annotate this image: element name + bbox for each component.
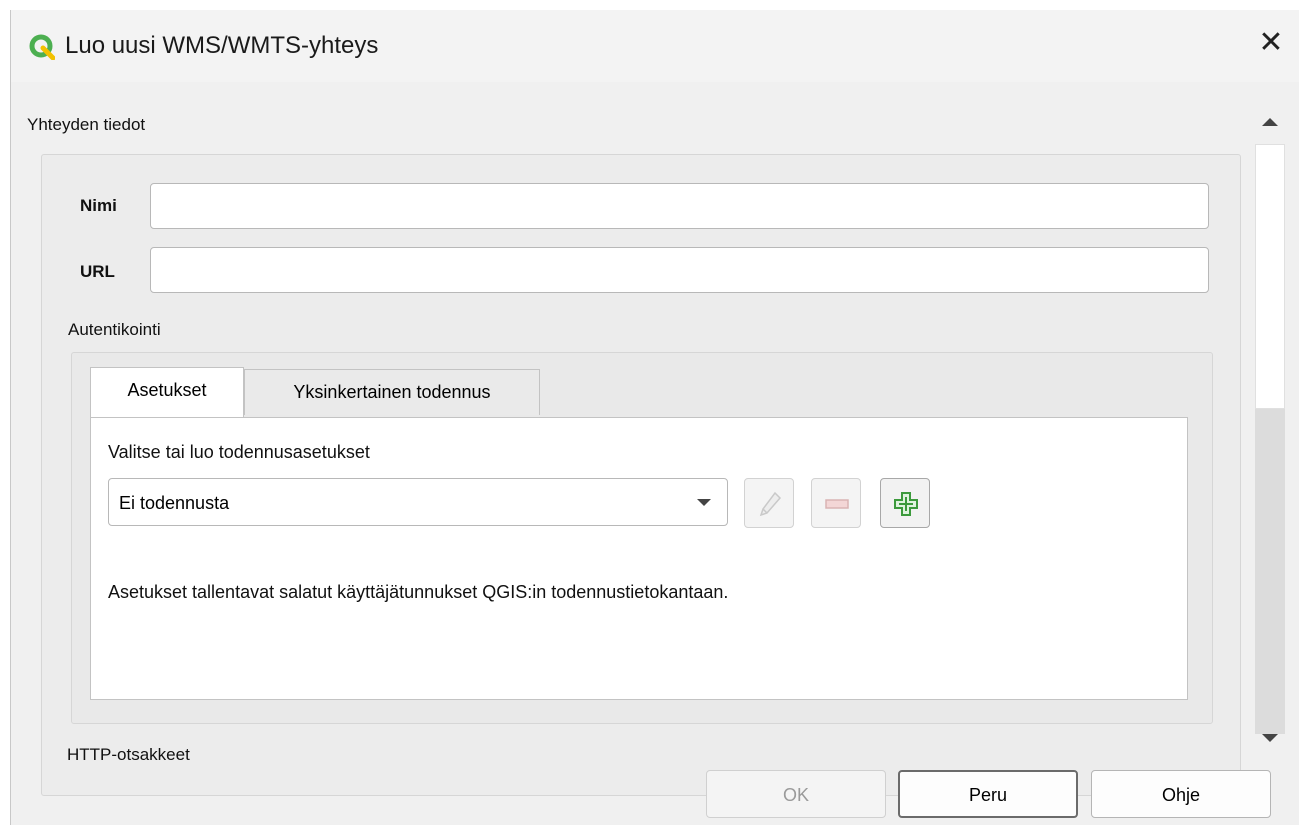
auth-config-select[interactable]: Ei todennusta [108, 478, 728, 526]
minus-icon [825, 499, 849, 509]
scroll-track-lower[interactable] [1255, 409, 1285, 734]
name-input[interactable] [150, 183, 1209, 229]
title-bar: Luo uusi WMS/WMTS-yhteys ✕ [11, 10, 1299, 82]
config-prompt: Valitse tai luo todennusasetukset [108, 442, 370, 462]
remove-config-button[interactable] [811, 478, 861, 528]
window-title: Luo uusi WMS/WMTS-yhteys [65, 32, 379, 59]
plus-icon [894, 492, 918, 516]
connection-details-title: Yhteyden tiedot [27, 115, 146, 134]
close-button[interactable]: ✕ [1248, 20, 1294, 66]
pencil-icon [759, 491, 782, 517]
help-button[interactable]: Ohje [1091, 770, 1271, 818]
authentication-title: Autentikointi [68, 320, 161, 339]
ok-button[interactable]: OK [706, 770, 886, 818]
auth-info-text: Asetukset tallentavat salatut käyttäjätu… [108, 582, 729, 602]
scroll-down-icon[interactable] [1262, 734, 1278, 742]
dialog-window: Luo uusi WMS/WMTS-yhteys ✕ Yhteyden tied… [10, 10, 1299, 825]
scroll-up-icon[interactable] [1262, 118, 1278, 126]
qgis-logo-icon [29, 34, 55, 60]
scroll-thumb[interactable] [1255, 144, 1285, 409]
chevron-down-icon [697, 499, 711, 506]
url-input[interactable] [150, 247, 1209, 293]
auth-config-selected: Ei todennusta [119, 493, 230, 513]
scroll-track[interactable] [1255, 144, 1285, 734]
tab-asetukset[interactable]: Asetukset [90, 367, 244, 417]
vertical-scrollbar[interactable] [1250, 104, 1290, 756]
cancel-button[interactable]: Peru [898, 770, 1078, 818]
dialog-content: Yhteyden tiedot Nimi URL Autentikointi A… [11, 82, 1299, 796]
authentication-group: Asetukset Yksinkertainen todennus Valits… [71, 352, 1213, 724]
name-label: Nimi [80, 196, 117, 215]
auth-settings-panel: Valitse tai luo todennusasetukset Ei tod… [90, 417, 1188, 700]
tab-yksinkertainen-todennus[interactable]: Yksinkertainen todennus [244, 369, 540, 415]
url-label: URL [80, 262, 115, 281]
edit-config-button[interactable] [744, 478, 794, 528]
add-config-button[interactable] [880, 478, 930, 528]
http-headers-title: HTTP-otsakkeet [67, 745, 190, 764]
